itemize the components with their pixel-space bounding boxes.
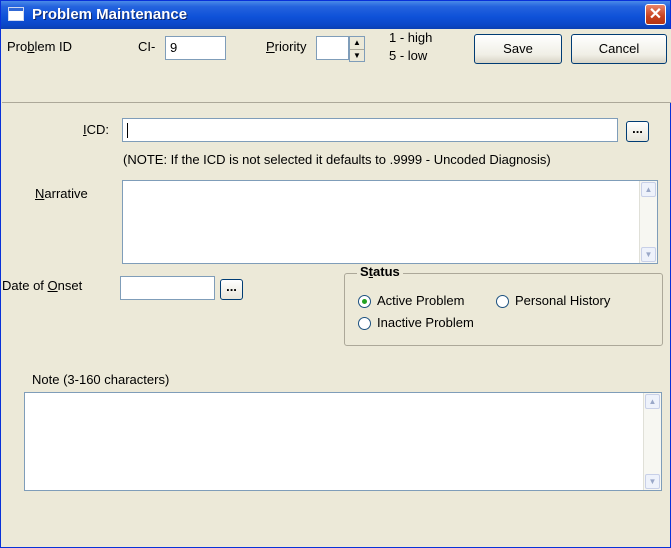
status-groupbox — [344, 273, 663, 346]
ci-prefix: CI- — [138, 39, 156, 54]
onset-date-field[interactable] — [120, 276, 215, 300]
close-button[interactable]: ✕ — [645, 4, 666, 25]
personal-history-radio[interactable] — [496, 295, 509, 308]
narrative-scrollbar[interactable]: ▲ ▼ — [639, 181, 657, 263]
scroll-down-icon[interactable]: ▼ — [645, 474, 660, 489]
priority-hint-high: 1 - high — [389, 30, 433, 45]
problem-id-field[interactable]: 9 — [165, 36, 226, 60]
spin-down-icon[interactable]: ▼ — [350, 50, 364, 62]
save-button[interactable]: Save — [474, 34, 562, 64]
spin-up-icon[interactable]: ▲ — [350, 37, 364, 50]
header-toolbar: Problem ID CI- 9 Priority ▲ ▼ 1 - high 5… — [2, 29, 671, 103]
note-label: Note (3-160 characters) — [32, 372, 170, 387]
priority-label: Priority — [266, 39, 307, 54]
icd-note: (NOTE: If the ICD is not selected it def… — [123, 152, 551, 167]
window-icon — [8, 7, 24, 21]
scroll-up-icon[interactable]: ▲ — [645, 394, 660, 409]
narrative-label: Narrative — [35, 186, 88, 201]
icd-label: ICD: — [83, 122, 110, 137]
problem-maintenance-window: Problem Maintenance ✕ Problem ID CI- 9 P… — [0, 0, 671, 548]
icd-field[interactable] — [122, 118, 618, 142]
text-cursor — [127, 123, 128, 138]
onset-browse-button[interactable]: ... — [220, 279, 243, 300]
priority-spinner[interactable]: ▲ ▼ — [349, 36, 365, 62]
scroll-up-icon[interactable]: ▲ — [641, 182, 656, 197]
priority-field[interactable] — [316, 36, 349, 60]
cancel-button[interactable]: Cancel — [571, 34, 667, 64]
note-field[interactable]: ▲ ▼ — [24, 392, 662, 491]
note-scrollbar[interactable]: ▲ ▼ — [643, 393, 661, 490]
active-problem-radio[interactable] — [358, 295, 371, 308]
narrative-field[interactable]: ▲ ▼ — [122, 180, 658, 264]
scroll-down-icon[interactable]: ▼ — [641, 247, 656, 262]
inactive-problem-label[interactable]: Inactive Problem — [377, 315, 474, 330]
priority-hint-low: 5 - low — [389, 48, 428, 63]
problem-id-label: Problem ID — [7, 39, 73, 54]
personal-history-label[interactable]: Personal History — [515, 293, 610, 308]
icd-browse-button[interactable]: ... — [626, 121, 649, 142]
title-bar[interactable]: Problem Maintenance ✕ — [1, 1, 670, 29]
status-legend: Status — [357, 264, 403, 279]
window-title: Problem Maintenance — [32, 6, 188, 23]
onset-label: Date of Onset — [2, 278, 83, 293]
active-problem-label[interactable]: Active Problem — [377, 293, 464, 308]
inactive-problem-radio[interactable] — [358, 317, 371, 330]
